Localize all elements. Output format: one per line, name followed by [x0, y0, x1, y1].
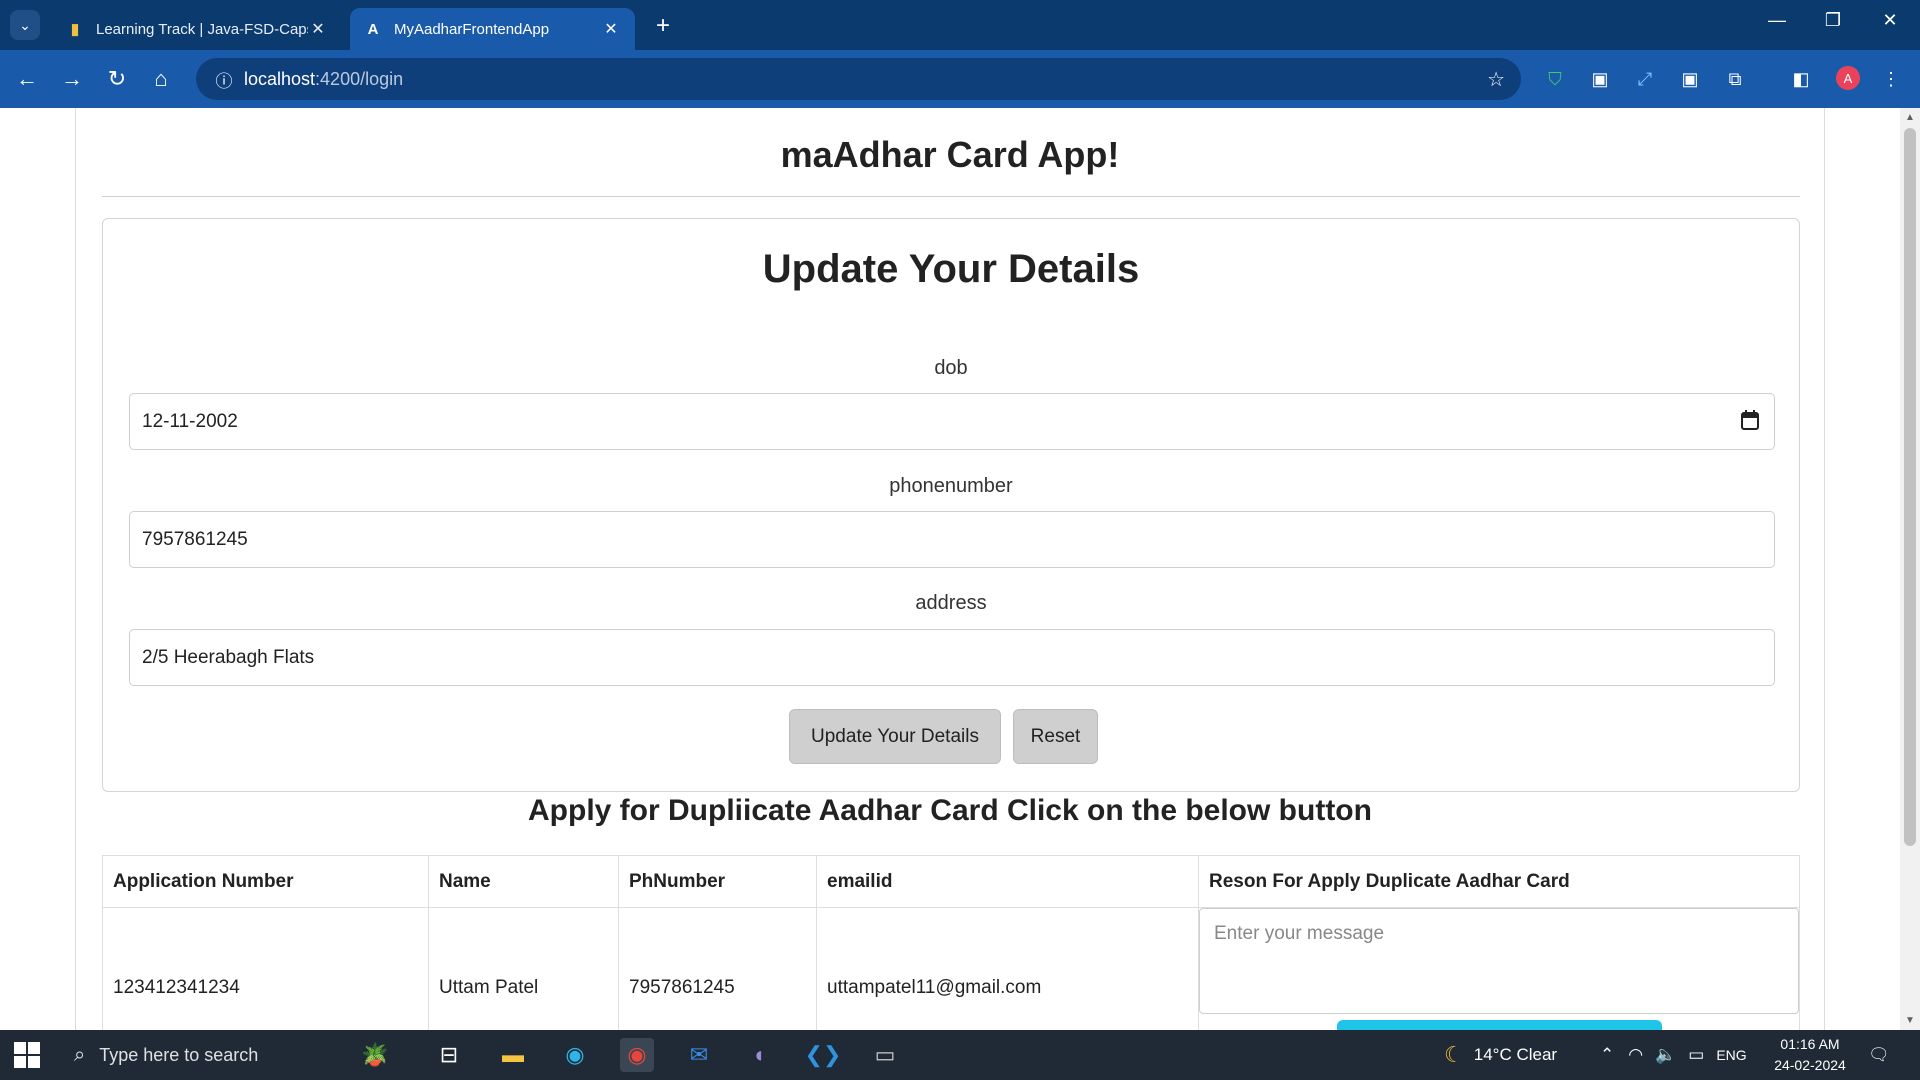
- angular-icon: A: [367, 20, 379, 38]
- dob-label: dob: [934, 357, 968, 379]
- home-button[interactable]: ⌂: [148, 66, 174, 92]
- weather-text: 14°C Clear: [1473, 1045, 1558, 1064]
- battery-icon[interactable]: ▭: [1688, 1045, 1704, 1065]
- cell-reason: [1198, 907, 1800, 1030]
- taskbar-search-box[interactable]: ⌕ Type here to search: [62, 1030, 322, 1080]
- phone-label: phonenumber: [889, 475, 1013, 497]
- address-label: address: [915, 592, 987, 614]
- applications-table: Application Number Name PhNumber emailid…: [102, 855, 1800, 1030]
- search-icon: ⌕: [74, 1043, 86, 1066]
- tray-chevron-up-icon[interactable]: ⌃: [1600, 1045, 1614, 1065]
- browser-tab-bar: ⌄ ▮ Learning Track | Java-FSD-Capst ✕ A …: [0, 0, 1920, 50]
- cell-name: Uttam Patel: [428, 907, 619, 1030]
- reset-button[interactable]: Reset: [1013, 709, 1098, 764]
- notifications-icon[interactable]: 🗨: [1868, 1030, 1890, 1080]
- header-phnumber: PhNumber: [618, 855, 817, 908]
- task-view-icon[interactable]: ⊟: [432, 1038, 466, 1072]
- side-panel-icon[interactable]: ◧: [1790, 68, 1812, 90]
- clock-time: 01:16 AM: [1780, 1036, 1840, 1052]
- mysql-icon[interactable]: ▭: [868, 1038, 902, 1072]
- address-input[interactable]: [129, 629, 1775, 686]
- windows-taskbar: ⌕ Type here to search 🪴 ⊟ ▬ ◉ ◉ ✉ ◐ ❮❯ ▭…: [0, 1030, 1920, 1080]
- taskbar-clock[interactable]: 01:16 AM 24-02-2024: [1760, 1034, 1860, 1076]
- widgets-plant-icon[interactable]: 🪴: [330, 1038, 420, 1072]
- new-tab-button[interactable]: +: [650, 12, 676, 40]
- bookmark-star-icon[interactable]: ☆: [1487, 67, 1505, 92]
- extensions-puzzle-icon[interactable]: ⧉: [1724, 68, 1746, 90]
- mail-icon[interactable]: ✉: [682, 1038, 716, 1072]
- weather-widget[interactable]: ☾ 14°C Clear: [1444, 1030, 1557, 1080]
- chrome-browser-icon[interactable]: ◉: [620, 1038, 654, 1072]
- calendar-icon[interactable]: [1740, 410, 1760, 432]
- header-emailid: emailid: [816, 855, 1199, 908]
- moon-icon: ☾: [1444, 1042, 1464, 1067]
- edge-browser-icon[interactable]: ◉: [558, 1038, 592, 1072]
- cell-phnumber: 7957861245: [618, 907, 817, 1030]
- close-icon[interactable]: ✕: [308, 19, 328, 39]
- language-indicator[interactable]: ENG: [1716, 1047, 1746, 1063]
- header-name: Name: [428, 855, 619, 908]
- page-scrollbar[interactable]: ▲ ▼: [1900, 108, 1920, 1030]
- divider: [102, 196, 1800, 197]
- menu-kebab-icon[interactable]: ⋮: [1880, 68, 1902, 90]
- bar-chart-icon: ▮: [70, 21, 80, 38]
- minimize-button[interactable]: —: [1762, 10, 1792, 31]
- windows-start-button[interactable]: [14, 1042, 40, 1068]
- media-extension-icon[interactable]: ▣: [1679, 68, 1701, 90]
- chevron-down-icon: ⌄: [19, 16, 31, 33]
- address-bar[interactable]: ⓘ localhost:4200/login ☆: [196, 58, 1521, 100]
- shield-extension-icon[interactable]: ⛉: [1544, 68, 1566, 90]
- scroll-up-arrow-icon[interactable]: ▲: [1905, 112, 1915, 123]
- update-details-button[interactable]: Update Your Details: [789, 709, 1001, 764]
- scroll-down-arrow-icon[interactable]: ▼: [1905, 1015, 1915, 1026]
- tab-title: MyAadharFrontendApp: [394, 20, 550, 38]
- url-path: :4200/login: [315, 68, 404, 89]
- header-application-number: Application Number: [102, 855, 429, 908]
- table-header-row: Application Number Name PhNumber emailid…: [102, 855, 1800, 908]
- file-explorer-icon[interactable]: ▬: [496, 1038, 530, 1072]
- tab-title: Learning Track | Java-FSD-Capst: [96, 20, 308, 38]
- dob-input[interactable]: 12-11-2002: [129, 393, 1775, 450]
- volume-icon[interactable]: 🔈: [1655, 1045, 1676, 1065]
- form-title: Update Your Details: [762, 247, 1140, 291]
- reload-button[interactable]: ↻: [104, 66, 130, 92]
- back-button[interactable]: ←: [14, 66, 40, 92]
- header-reason: Reson For Apply Duplicate Aadhar Card: [1198, 855, 1800, 908]
- duplicate-heading: Apply for Dupliicate Aadhar Card Click o…: [528, 794, 1372, 827]
- site-info-icon[interactable]: ⓘ: [204, 67, 244, 92]
- table-row: 123412341234 Uttam Patel 7957861245 utta…: [102, 907, 1800, 1030]
- main-container: maAdhar Card App! Update Your Details do…: [75, 108, 1825, 1030]
- resize-extension-icon[interactable]: ⤢: [1634, 68, 1656, 90]
- taskbar-search-placeholder: Type here to search: [99, 1044, 259, 1065]
- eclipse-icon[interactable]: ◐: [744, 1038, 778, 1072]
- restore-button[interactable]: ❐: [1818, 10, 1848, 31]
- cell-application-number: 123412341234: [102, 907, 429, 1030]
- system-tray: ⌃ ◠ 🔈 ▭ ENG: [1600, 1030, 1747, 1080]
- wifi-icon[interactable]: ◠: [1628, 1045, 1643, 1065]
- page-viewport: maAdhar Card App! Update Your Details do…: [0, 108, 1900, 1030]
- profile-avatar[interactable]: A: [1836, 66, 1860, 90]
- clock-date: 24-02-2024: [1774, 1057, 1846, 1073]
- tab-learning-track[interactable]: ▮ Learning Track | Java-FSD-Capst ✕: [52, 8, 342, 50]
- cell-emailid: uttampatel11@gmail.com: [816, 907, 1199, 1030]
- app-title: maAdhar Card App!: [780, 134, 1120, 175]
- tab-search-button[interactable]: ⌄: [10, 10, 40, 40]
- window-extension-icon[interactable]: ▣: [1589, 68, 1611, 90]
- url-text: localhost:4200/login: [244, 69, 403, 90]
- scrollbar-thumb[interactable]: [1904, 128, 1916, 846]
- apply-duplicate-button[interactable]: [1336, 1020, 1662, 1030]
- forward-button[interactable]: →: [59, 66, 85, 92]
- update-details-card: Update Your Details dob 12-11-2002 phone…: [102, 218, 1800, 792]
- url-host: localhost: [244, 68, 316, 89]
- window-close-button[interactable]: ✕: [1875, 10, 1905, 31]
- browser-toolbar: ← → ↻ ⌂ ⓘ localhost:4200/login ☆ ⛉ ▣ ⤢ ▣…: [0, 50, 1920, 108]
- vscode-icon[interactable]: ❮❯: [805, 1038, 842, 1072]
- phone-input[interactable]: [129, 511, 1775, 568]
- reason-message-textarea[interactable]: [1199, 908, 1799, 1014]
- dob-value: 12-11-2002: [142, 410, 238, 432]
- tab-myaadhar[interactable]: A MyAadharFrontendApp ✕: [350, 8, 635, 50]
- close-icon[interactable]: ✕: [601, 19, 621, 39]
